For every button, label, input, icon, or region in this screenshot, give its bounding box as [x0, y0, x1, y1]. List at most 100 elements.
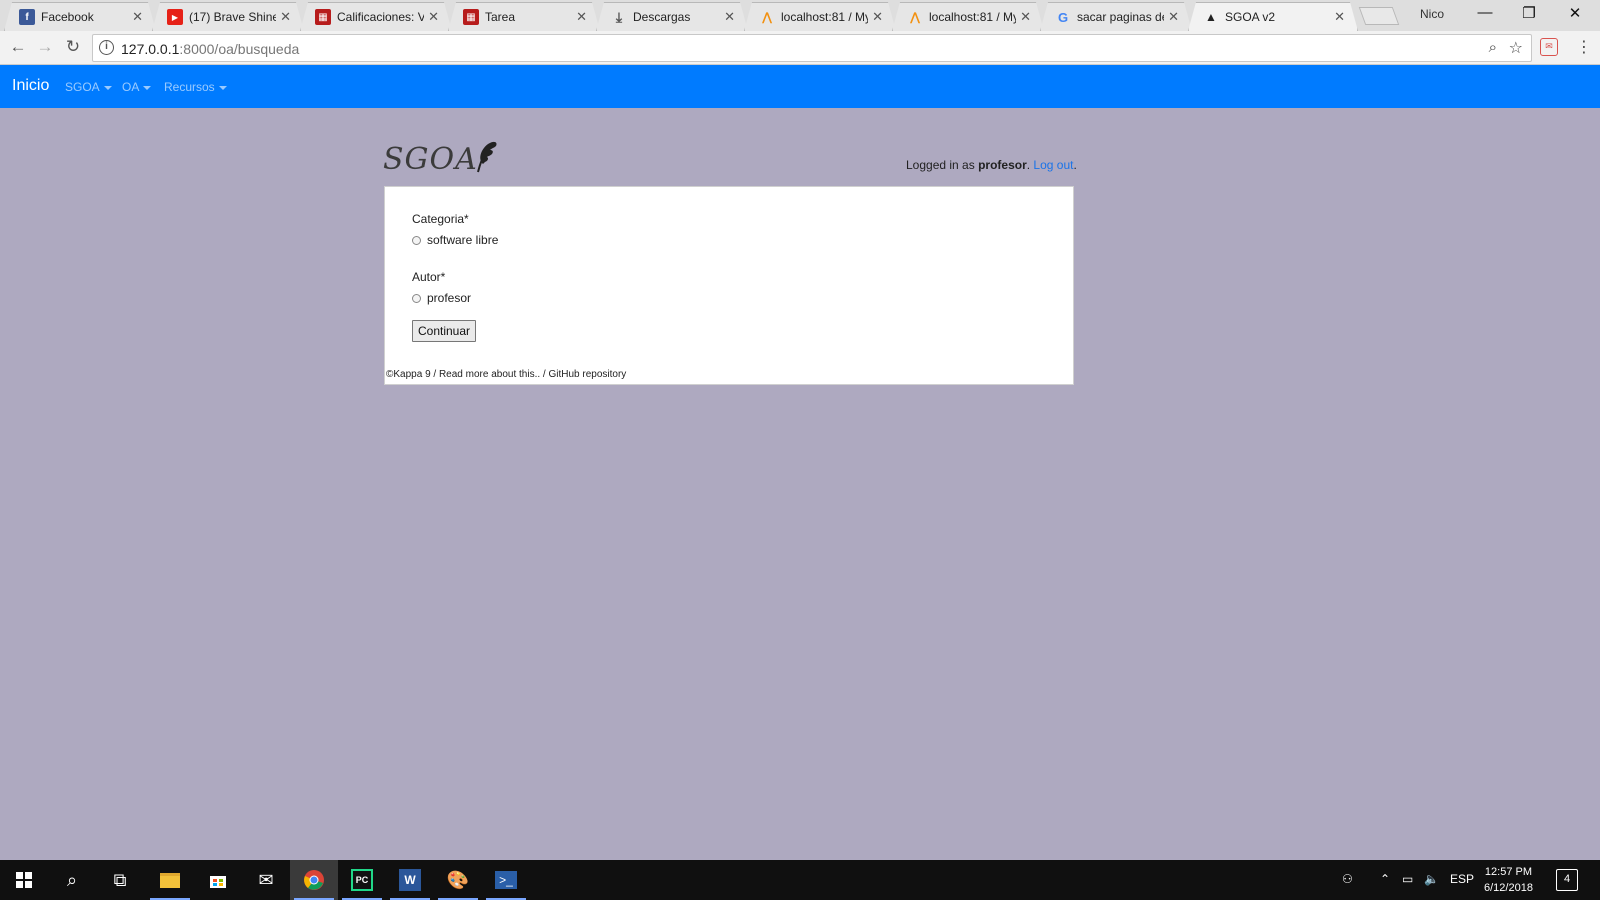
- nav-label: SGOA: [65, 80, 100, 94]
- autor-radio[interactable]: [412, 294, 421, 303]
- close-icon[interactable]: ✕: [1020, 9, 1031, 25]
- window-close-icon[interactable]: ✕: [1552, 4, 1598, 22]
- tab-phpmyadmin-1[interactable]: ⋀ localhost:81 / My ✕: [744, 2, 896, 31]
- restore-icon[interactable]: ❐: [1506, 4, 1552, 22]
- browser-toolbar: ← → ↻ i 127.0.0.1:8000/oa/busqueda ⌕ ☆ ✉…: [0, 31, 1600, 65]
- address-bar[interactable]: i 127.0.0.1:8000/oa/busqueda ⌕ ☆: [92, 34, 1532, 62]
- tab-title: SGOA v2: [1225, 10, 1276, 24]
- search-form-panel: Categoria* software libre Autor* profeso…: [384, 186, 1074, 385]
- search-icon[interactable]: ⌕: [48, 860, 96, 900]
- back-icon[interactable]: ←: [7, 37, 29, 57]
- info-icon[interactable]: i: [99, 40, 114, 55]
- tab-title: (17) Brave Shine: [189, 10, 277, 24]
- close-icon[interactable]: ✕: [872, 9, 883, 25]
- zoom-icon[interactable]: ⌕: [1489, 39, 1497, 56]
- university-icon: ▦: [463, 9, 479, 25]
- feather-icon: [477, 141, 497, 173]
- caret-down-icon: [218, 85, 227, 90]
- tab-sgoa[interactable]: ▲ SGOA v2 ✕: [1188, 2, 1358, 31]
- tab-calificaciones[interactable]: ▦ Calificaciones: Vi ✕: [300, 2, 452, 31]
- tab-title: Facebook: [41, 10, 94, 24]
- powershell-icon[interactable]: >_: [482, 860, 530, 900]
- pycharm-icon[interactable]: PC: [338, 860, 386, 900]
- store-icon[interactable]: [194, 860, 242, 900]
- google-icon: G: [1057, 9, 1069, 25]
- profile-name[interactable]: Nico: [1420, 7, 1444, 21]
- bookmark-star-icon[interactable]: ☆: [1509, 38, 1523, 58]
- people-icon[interactable]: ⚇: [1342, 872, 1353, 886]
- navbar-brand[interactable]: Inicio: [12, 77, 49, 95]
- close-icon[interactable]: ✕: [1168, 9, 1179, 25]
- phpmyadmin-icon: ⋀: [909, 10, 921, 24]
- tab-descargas[interactable]: ⤓ Descargas ✕: [596, 2, 748, 31]
- tab-title: Calificaciones: Vi: [337, 10, 425, 24]
- close-icon[interactable]: ✕: [428, 9, 439, 25]
- continuar-button[interactable]: Continuar: [412, 320, 476, 342]
- nav-dropdown-sgoa[interactable]: SGOA: [65, 80, 112, 94]
- clock-time: 12:57 PM: [1484, 866, 1533, 878]
- categoria-radio[interactable]: [412, 236, 421, 245]
- close-icon[interactable]: ✕: [724, 9, 735, 25]
- nav-dropdown-recursos[interactable]: Recursos: [164, 80, 227, 94]
- clock-date: 6/12/2018: [1484, 882, 1533, 894]
- login-status: Logged in as profesor. Log out.: [906, 158, 1077, 172]
- page-footer: ©Kappa 9 / Read more about this.. / GitH…: [386, 369, 627, 380]
- logout-link[interactable]: Log out: [1033, 158, 1073, 172]
- tab-strip: f Facebook ✕ ▶ (17) Brave Shine ✕ ▦ Cali…: [0, 0, 1600, 31]
- network-icon[interactable]: ▭: [1402, 872, 1413, 886]
- phpmyadmin-icon: ⋀: [761, 10, 773, 24]
- download-icon: ⤓: [615, 8, 623, 25]
- graduation-cap-icon: ▲: [1205, 10, 1217, 24]
- tab-title: Descargas: [633, 10, 691, 24]
- close-icon[interactable]: ✕: [132, 9, 143, 25]
- browser-menu-icon[interactable]: ⋮: [1576, 37, 1592, 57]
- tab-phpmyadmin-2[interactable]: ⋀ localhost:81 / My ✕: [892, 2, 1044, 31]
- caret-down-icon: [143, 85, 152, 90]
- site-navbar: Inicio SGOA OA Recursos: [0, 65, 1600, 108]
- tab-title: localhost:81 / My: [929, 10, 1017, 24]
- extension-icon[interactable]: ✉: [1540, 38, 1558, 56]
- url-host: 127.0.0.1: [121, 41, 180, 57]
- chrome-icon[interactable]: [290, 860, 338, 900]
- login-username: profesor: [978, 158, 1027, 172]
- nav-dropdown-oa[interactable]: OA: [122, 80, 152, 94]
- login-trail: .: [1073, 158, 1077, 172]
- minimize-icon[interactable]: —: [1462, 4, 1508, 21]
- reload-icon[interactable]: ↻: [62, 37, 84, 57]
- close-icon[interactable]: ✕: [576, 9, 587, 25]
- system-clock[interactable]: 12:57 PM 6/12/2018: [1484, 864, 1533, 896]
- close-icon[interactable]: ✕: [1334, 9, 1345, 25]
- notification-center-icon[interactable]: 4: [1556, 869, 1578, 891]
- url-text[interactable]: 127.0.0.1:8000/oa/busqueda: [121, 41, 299, 57]
- windows-logo-icon: [16, 872, 32, 888]
- caret-down-icon: [103, 85, 112, 90]
- autor-option-label[interactable]: profesor: [427, 291, 471, 305]
- tab-facebook[interactable]: f Facebook ✕: [4, 2, 156, 31]
- chevron-up-icon[interactable]: ⌃: [1380, 872, 1390, 886]
- categoria-option-label[interactable]: software libre: [427, 233, 498, 247]
- facebook-icon: f: [19, 9, 35, 25]
- word-icon[interactable]: W: [386, 860, 434, 900]
- close-icon[interactable]: ✕: [280, 9, 291, 25]
- new-tab-button[interactable]: [1358, 7, 1400, 25]
- url-path: :8000/oa/busqueda: [179, 41, 300, 57]
- windows-taskbar: ⌕ ⧉ ✉ PC W 🎨 >_ ⚇ ⌃ ▭ 🔈 ESP 12:57 PM 6/1…: [0, 860, 1600, 900]
- tab-title: Tarea: [485, 10, 516, 24]
- mail-icon[interactable]: ✉: [242, 860, 290, 900]
- tab-title: sacar paginas de: [1077, 10, 1165, 24]
- youtube-icon: ▶: [167, 9, 183, 25]
- volume-icon[interactable]: 🔈: [1424, 872, 1439, 886]
- task-view-icon[interactable]: ⧉: [96, 860, 144, 900]
- language-indicator[interactable]: ESP: [1450, 872, 1474, 886]
- tab-youtube[interactable]: ▶ (17) Brave Shine ✕: [152, 2, 304, 31]
- start-button[interactable]: [0, 860, 48, 900]
- login-prefix: Logged in as: [906, 158, 979, 172]
- forward-icon[interactable]: →: [34, 37, 56, 57]
- tab-title: localhost:81 / My: [781, 10, 869, 24]
- nav-label: Recursos: [164, 80, 215, 94]
- tab-tarea[interactable]: ▦ Tarea ✕: [448, 2, 600, 31]
- paint-icon[interactable]: 🎨: [434, 860, 482, 900]
- autor-label: Autor*: [412, 270, 446, 284]
- file-explorer-icon[interactable]: [146, 860, 194, 900]
- tab-google[interactable]: G sacar paginas de ✕: [1040, 2, 1192, 31]
